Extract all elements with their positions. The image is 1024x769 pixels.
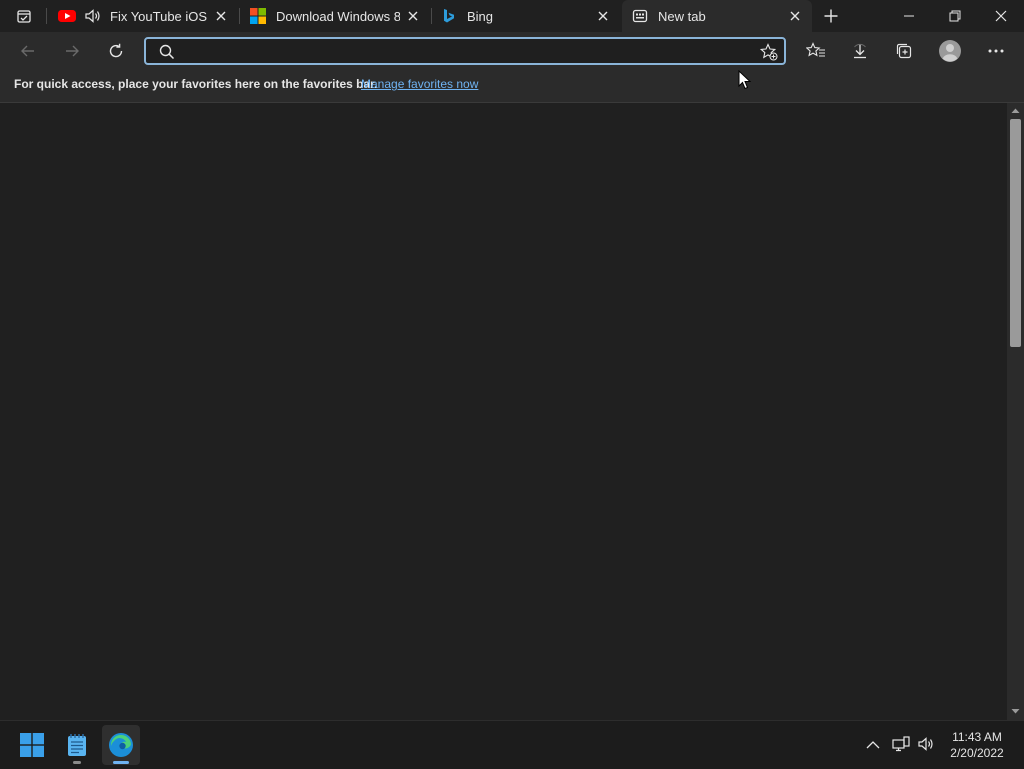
collections-button[interactable]	[889, 36, 919, 66]
tab-actions-icon	[17, 10, 31, 23]
tab-title: Fix YouTube iOS 10	[110, 8, 210, 24]
network-tray-button[interactable]	[890, 733, 912, 755]
more-dots-icon	[988, 49, 1004, 53]
windows-logo-icon	[20, 733, 44, 757]
settings-more-button[interactable]	[981, 36, 1011, 66]
restore-icon	[949, 10, 961, 22]
tab-separator	[239, 8, 240, 24]
active-indicator	[113, 761, 129, 764]
download-icon	[854, 43, 866, 59]
favorites-icon	[806, 42, 825, 57]
notepad-icon	[68, 734, 86, 756]
new-tab-page-icon	[632, 9, 648, 23]
add-favorite-star-icon[interactable]	[760, 43, 778, 61]
forward-button[interactable]	[57, 36, 87, 66]
profile-button[interactable]	[935, 36, 965, 66]
tab-download-windows[interactable]: Download Windows 8.1	[242, 0, 430, 32]
taskbar-app-edge[interactable]	[102, 725, 140, 765]
refresh-button[interactable]	[101, 36, 131, 66]
youtube-icon	[58, 10, 76, 22]
plus-icon	[824, 9, 838, 23]
volume-icon	[918, 737, 933, 751]
downloads-button[interactable]	[845, 36, 875, 66]
favorites-button[interactable]	[801, 36, 831, 66]
new-tab-button[interactable]	[818, 4, 844, 28]
clock-date: 2/20/2022	[950, 746, 1004, 760]
close-window-button[interactable]	[978, 0, 1024, 32]
clock-time: 11:43 AM	[952, 730, 1002, 744]
page-content[interactable]	[0, 103, 1007, 720]
close-icon	[995, 10, 1007, 22]
profile-avatar-icon	[939, 40, 961, 62]
microsoft-logo-icon	[250, 8, 266, 24]
back-button[interactable]	[13, 36, 43, 66]
tab-separator	[46, 8, 47, 24]
minimize-button[interactable]	[886, 0, 932, 32]
tab-actions-menu-button[interactable]	[10, 6, 38, 26]
tab-title: Bing	[467, 8, 494, 24]
address-input[interactable]	[182, 42, 756, 62]
search-icon	[159, 44, 175, 60]
tab-youtube[interactable]: Fix YouTube iOS 10	[52, 0, 238, 32]
network-icon	[892, 736, 910, 752]
tab-separator	[431, 8, 432, 24]
close-tab-icon[interactable]	[406, 9, 420, 23]
favorites-bar: For quick access, place your favorites h…	[0, 70, 1024, 103]
favorites-bar-message: For quick access, place your favorites h…	[14, 77, 378, 91]
chevron-up-icon	[866, 740, 880, 748]
taskbar: 11:43 AM 2/20/2022	[0, 720, 1024, 769]
address-bar[interactable]	[144, 37, 786, 65]
arrow-left-icon	[21, 45, 34, 57]
volume-tray-button[interactable]	[915, 733, 937, 755]
refresh-icon	[109, 43, 123, 58]
show-hidden-icons-button[interactable]	[862, 733, 884, 755]
speaker-audio-icon[interactable]	[84, 8, 102, 24]
vertical-scrollbar[interactable]	[1007, 103, 1024, 720]
restore-button[interactable]	[932, 0, 978, 32]
arrow-right-icon	[66, 45, 79, 57]
manage-favorites-link[interactable]: Manage favorites now	[361, 77, 478, 91]
close-tab-icon[interactable]	[596, 9, 610, 23]
edge-browser-icon	[109, 733, 133, 757]
taskbar-clock[interactable]: 11:43 AM 2/20/2022	[940, 729, 1014, 761]
scrollbar-thumb[interactable]	[1010, 119, 1021, 347]
scroll-up-icon[interactable]	[1011, 107, 1020, 114]
tab-new-tab[interactable]: New tab	[622, 0, 812, 32]
minimize-icon	[904, 15, 914, 17]
scroll-down-icon[interactable]	[1011, 708, 1020, 715]
mouse-cursor-icon	[738, 70, 752, 90]
running-indicator	[73, 761, 81, 764]
tab-title: New tab	[658, 8, 706, 24]
title-bar: Fix YouTube iOS 10 Download Windows 8.1 …	[0, 0, 1024, 32]
bing-icon	[444, 9, 454, 23]
close-tab-icon[interactable]	[214, 9, 228, 23]
collections-icon	[896, 43, 912, 59]
tab-title: Download Windows 8.1	[276, 8, 400, 24]
navigation-toolbar	[0, 32, 1024, 70]
start-button[interactable]	[13, 725, 51, 765]
tab-bing[interactable]: Bing	[434, 0, 620, 32]
taskbar-app-notepad[interactable]	[58, 725, 96, 765]
close-tab-icon[interactable]	[788, 9, 802, 23]
